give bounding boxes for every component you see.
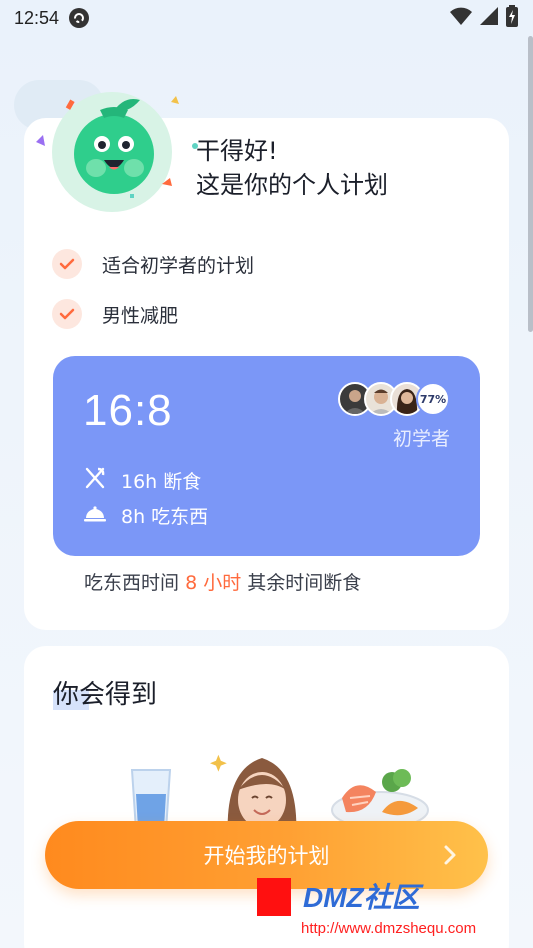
- plan-note-highlight: 8 小时: [185, 572, 242, 594]
- headline-line2: 这是你的个人计划: [196, 171, 388, 199]
- eating-row: 8h 吃东西: [83, 502, 208, 529]
- battery-charging-icon: [505, 5, 519, 31]
- plan-level: 初学者: [392, 428, 450, 450]
- wifi-icon: [449, 6, 473, 30]
- status-time: 12:54: [14, 7, 60, 28]
- check-item-weight-loss: 男性减肥: [52, 299, 178, 329]
- cloche-icon: [83, 503, 107, 528]
- app-circle-icon: [69, 8, 90, 28]
- avatar-group: 77%: [338, 382, 450, 416]
- plan-headline: 干得好! 这是你的个人计划: [196, 134, 388, 202]
- check-icon: [52, 299, 82, 329]
- watermark: DMZ社区 http://www.dmzshequ.com: [257, 876, 527, 946]
- start-plan-label: 开始我的计划: [203, 844, 330, 868]
- signal-icon: [479, 6, 499, 30]
- plan-summary-box[interactable]: 16:8 77% 初学者 16h 断食 8h 吃东西: [53, 356, 480, 556]
- plan-note: 吃东西时间 8 小时 其余时间断食: [84, 568, 361, 595]
- percent-badge: 77%: [416, 382, 450, 416]
- check-label: 男性减肥: [102, 304, 179, 327]
- scrollbar[interactable]: [528, 36, 533, 332]
- gain-title: 你会得到: [53, 680, 158, 710]
- chevron-right-icon: [442, 841, 458, 874]
- check-item-beginner: 适合初学者的计划: [52, 249, 254, 279]
- plan-ratio: 16:8: [83, 386, 173, 435]
- check-icon: [52, 249, 82, 279]
- fasting-label: 16h 断食: [121, 471, 202, 493]
- watermark-url: http://www.dmzshequ.com: [297, 920, 481, 937]
- eating-label: 8h 吃东西: [121, 506, 209, 528]
- salmon-vegetables-icon: [331, 769, 429, 829]
- mascot-apple-icon: [36, 92, 198, 212]
- fasting-row: 16h 断食: [83, 466, 201, 495]
- status-bar: 12:54: [0, 0, 533, 36]
- check-label: 适合初学者的计划: [102, 254, 255, 277]
- plan-note-suffix: 其余时间断食: [247, 572, 362, 594]
- headline-line1: 干得好!: [196, 137, 278, 165]
- fork-knife-icon: [83, 466, 107, 495]
- plan-note-prefix: 吃东西时间: [84, 572, 180, 594]
- watermark-brand: DMZ社区: [303, 882, 420, 913]
